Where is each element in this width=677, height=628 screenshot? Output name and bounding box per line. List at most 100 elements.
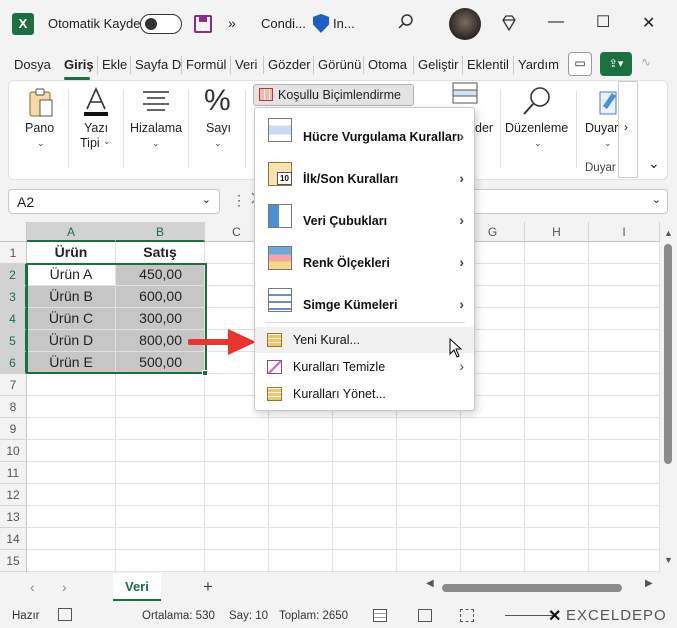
empty-cell[interactable]: [27, 418, 116, 440]
empty-cell[interactable]: [589, 484, 660, 506]
empty-cell[interactable]: [205, 550, 269, 572]
table-cell[interactable]: 450,00: [116, 264, 205, 286]
save-icon[interactable]: [194, 15, 212, 33]
empty-cell[interactable]: [525, 286, 589, 308]
empty-cell[interactable]: [116, 396, 205, 418]
fill-handle[interactable]: [202, 370, 208, 376]
tab-ekle[interactable]: Ekle: [102, 57, 127, 72]
empty-cell[interactable]: [116, 418, 205, 440]
tab-gelistirici[interactable]: Geliştir: [418, 57, 458, 72]
row-header-10[interactable]: 10: [0, 440, 27, 462]
empty-cell[interactable]: [269, 506, 333, 528]
empty-cell[interactable]: [525, 374, 589, 396]
empty-cell[interactable]: [589, 374, 660, 396]
empty-cell[interactable]: [525, 506, 589, 528]
empty-cell[interactable]: [27, 550, 116, 572]
empty-cell[interactable]: [461, 506, 525, 528]
activity-icon[interactable]: ∿: [641, 55, 651, 69]
tab-veri[interactable]: Veri: [235, 57, 257, 72]
empty-cell[interactable]: [27, 528, 116, 550]
row-header-8[interactable]: 8: [0, 396, 27, 418]
name-box-chevron-icon[interactable]: ⌄: [202, 193, 211, 206]
menu-item-top-bottom-rules[interactable]: 10 İlk/Son Kuralları ›: [255, 160, 474, 200]
empty-cell[interactable]: [333, 484, 397, 506]
yazi-label[interactable]: Yazı: [84, 121, 108, 135]
empty-cell[interactable]: [589, 242, 660, 264]
empty-cell[interactable]: [333, 550, 397, 572]
duzenleme-label[interactable]: Düzenleme: [505, 121, 568, 135]
ribbon-collapse-icon[interactable]: ⌄: [648, 155, 660, 172]
menu-item-data-bars[interactable]: Veri Çubukları ›: [255, 204, 474, 244]
sensitivity-chevron-icon[interactable]: ⌄: [604, 138, 612, 149]
empty-cell[interactable]: [333, 528, 397, 550]
empty-cell[interactable]: [116, 528, 205, 550]
header-cell[interactable]: Satış: [116, 242, 205, 264]
empty-cell[interactable]: [461, 418, 525, 440]
empty-cell[interactable]: [333, 462, 397, 484]
row-header-9[interactable]: 9: [0, 418, 27, 440]
tab-gozden-gecir[interactable]: Gözder: [268, 57, 311, 72]
share-icon[interactable]: ⇪▾: [600, 52, 632, 76]
empty-cell[interactable]: [461, 484, 525, 506]
row-header-4[interactable]: 4: [0, 308, 27, 330]
column-header-h[interactable]: H: [525, 222, 589, 242]
accessibility-icon[interactable]: [58, 608, 72, 621]
empty-cell[interactable]: [205, 528, 269, 550]
tab-sayfa-duzeni[interactable]: Sayfa D: [135, 57, 181, 72]
vertical-scroll-thumb[interactable]: [664, 244, 672, 464]
row-header-2[interactable]: 2: [0, 264, 27, 286]
empty-cell[interactable]: [333, 418, 397, 440]
document-name[interactable]: Condi...: [261, 16, 306, 31]
empty-cell[interactable]: [205, 440, 269, 462]
column-header-b[interactable]: B: [116, 222, 205, 242]
tab-yardim[interactable]: Yardım: [518, 57, 559, 72]
alignment-icon[interactable]: [143, 90, 169, 115]
empty-cell[interactable]: [589, 396, 660, 418]
table-cell[interactable]: Ürün A: [27, 264, 116, 286]
empty-cell[interactable]: [525, 528, 589, 550]
hscroll-right-icon[interactable]: ▶: [645, 578, 653, 589]
tab-gorunum[interactable]: Görünü: [318, 57, 361, 72]
empty-cell[interactable]: [333, 440, 397, 462]
sheet-tab-veri[interactable]: Veri: [113, 573, 161, 601]
empty-cell[interactable]: [525, 352, 589, 374]
menu-item-color-scales[interactable]: Renk Ölçekleri ›: [255, 246, 474, 286]
more-commands-icon[interactable]: »: [228, 15, 236, 31]
sensitivity-ribbon-icon[interactable]: [598, 88, 620, 119]
empty-cell[interactable]: [205, 484, 269, 506]
vertical-scrollbar[interactable]: ▲ ▼: [660, 222, 677, 572]
empty-cell[interactable]: [116, 506, 205, 528]
table-cell[interactable]: Ürün E: [27, 352, 116, 374]
sayi-label[interactable]: Sayı: [206, 121, 231, 135]
empty-cell[interactable]: [589, 418, 660, 440]
conditional-formatting-button[interactable]: Koşullu Biçimlendirme ⌄: [253, 84, 414, 121]
cells-icon[interactable]: [452, 82, 478, 107]
diamond-icon[interactable]: [500, 14, 518, 35]
number-chevron-icon[interactable]: ⌄: [214, 138, 222, 149]
row-header-13[interactable]: 13: [0, 506, 27, 528]
search-icon[interactable]: [397, 13, 415, 34]
empty-cell[interactable]: [116, 462, 205, 484]
empty-cell[interactable]: [589, 506, 660, 528]
empty-cell[interactable]: [205, 462, 269, 484]
empty-cell[interactable]: [333, 506, 397, 528]
empty-cell[interactable]: [525, 396, 589, 418]
scroll-up-icon[interactable]: ▲: [664, 228, 673, 238]
minimize-button[interactable]: —: [548, 13, 564, 31]
empty-cell[interactable]: [589, 440, 660, 462]
empty-cell[interactable]: [269, 528, 333, 550]
row-header-3[interactable]: 3: [0, 286, 27, 308]
name-box[interactable]: A2 ⌄: [8, 189, 220, 214]
empty-cell[interactable]: [269, 440, 333, 462]
tab-dosya[interactable]: Dosya: [14, 57, 51, 72]
empty-cell[interactable]: [116, 484, 205, 506]
normal-view-icon[interactable]: [373, 609, 387, 622]
row-header-1[interactable]: 1: [0, 242, 27, 264]
prev-sheet-icon[interactable]: ‹: [30, 579, 35, 595]
table-cell[interactable]: Ürün C: [27, 308, 116, 330]
empty-cell[interactable]: [116, 374, 205, 396]
empty-cell[interactable]: [525, 264, 589, 286]
empty-cell[interactable]: [525, 440, 589, 462]
empty-cell[interactable]: [269, 462, 333, 484]
header-cell[interactable]: Ürün: [27, 242, 116, 264]
